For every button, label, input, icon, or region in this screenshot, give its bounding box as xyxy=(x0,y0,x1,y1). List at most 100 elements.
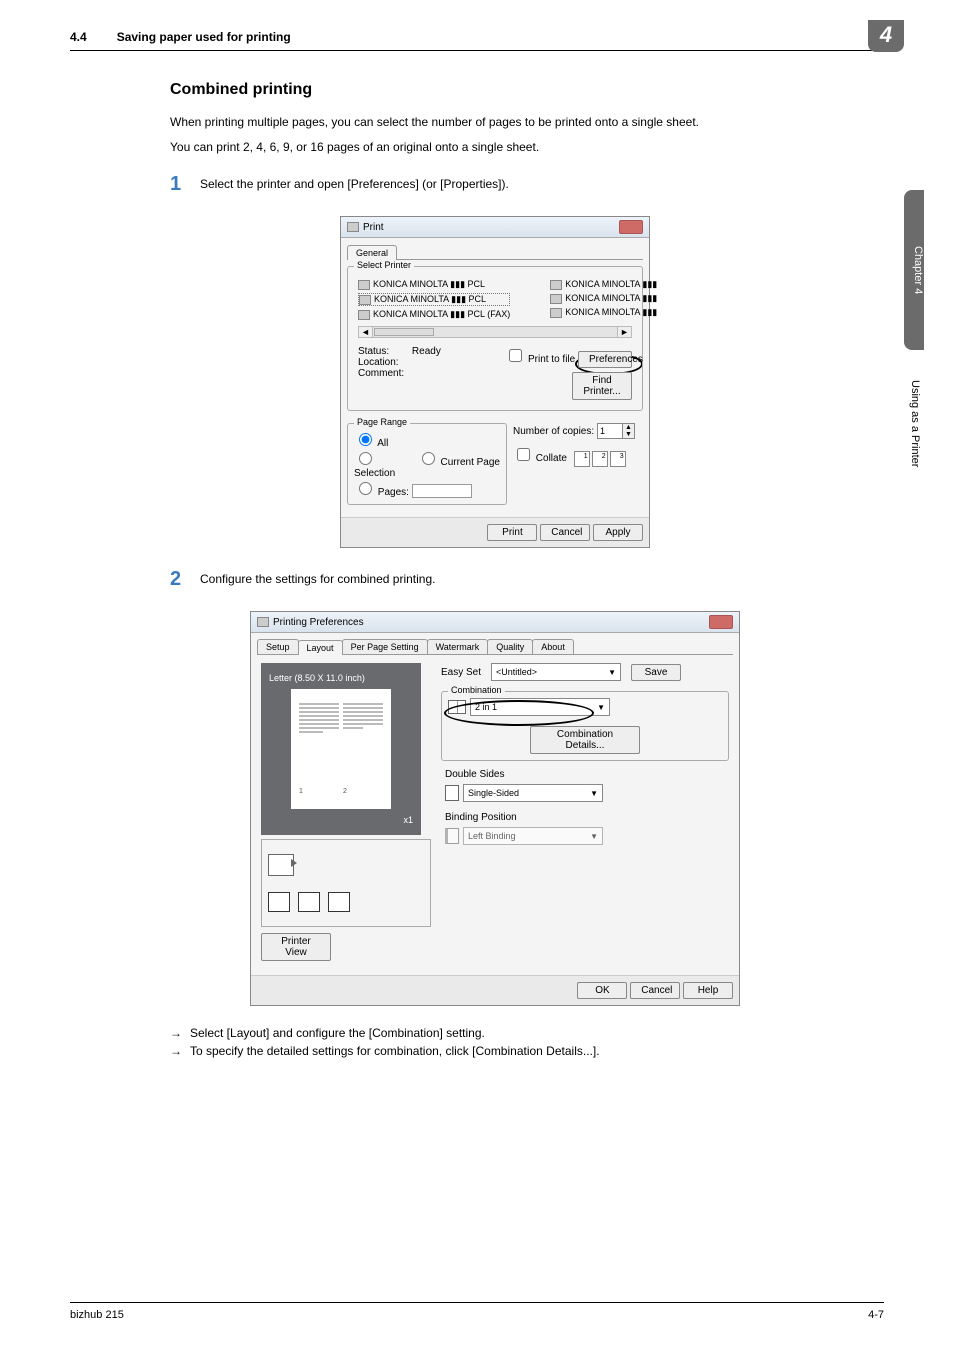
copies-label: Number of copies: xyxy=(513,426,594,437)
scroll-thumb[interactable] xyxy=(374,328,434,336)
preferences-button[interactable]: Preferences xyxy=(578,351,632,368)
close-icon[interactable] xyxy=(709,615,733,629)
collate-icon: 2 xyxy=(592,451,608,467)
cancel-button[interactable]: Cancel xyxy=(540,524,590,541)
layout-icon xyxy=(298,892,320,912)
status-value: Ready xyxy=(412,346,441,357)
combination-legend: Combination xyxy=(448,685,505,695)
printer-item[interactable]: KONICA MINOLTA ▮▮▮ PCL xyxy=(358,279,510,290)
help-button[interactable]: Help xyxy=(683,982,733,999)
printer-icon xyxy=(550,308,562,318)
print-dialog-buttons: Print Cancel Apply xyxy=(341,517,649,547)
printer-list[interactable]: KONICA MINOLTA ▮▮▮ PCL KONICA MINOLTA ▮▮… xyxy=(354,273,636,326)
page-footer: bizhub 215 4-7 xyxy=(70,1302,884,1321)
print-dialog-title: Print xyxy=(363,222,384,233)
printer-icon xyxy=(358,280,370,290)
page-range-selection-radio[interactable] xyxy=(359,452,372,465)
page-range-selection-label: Selection xyxy=(354,468,395,479)
location-label: Location: xyxy=(358,357,505,368)
arrow-icon: → xyxy=(170,1026,190,1040)
printer-icon xyxy=(550,294,562,304)
print-dialog-titlebar: Print xyxy=(341,217,649,238)
preferences-dialog: Printing Preferences Setup Layout Per Pa… xyxy=(250,611,740,1006)
preferences-tabs: Setup Layout Per Page Setting Watermark … xyxy=(257,639,733,655)
printer-view-button[interactable]: Printer View xyxy=(261,933,331,961)
collate-icon: 3 xyxy=(610,451,626,467)
chevron-down-icon: ▼ xyxy=(597,703,605,712)
page-range-legend: Page Range xyxy=(354,417,410,427)
printer-icon xyxy=(359,295,371,305)
easyset-dropdown[interactable]: <Untitled>▼ xyxy=(491,663,621,681)
footer-right: 4-7 xyxy=(868,1309,884,1321)
chevron-down-icon: ▼ xyxy=(608,668,616,677)
preview-panel: Letter (8.50 X 11.0 inch) 1 2 x1 xyxy=(261,663,421,835)
single-sided-icon xyxy=(445,785,459,801)
double-sides-dropdown[interactable]: Single-Sided▼ xyxy=(463,784,603,802)
page-range-all-radio[interactable] xyxy=(359,433,372,446)
page-header: 4.4 Saving paper used for printing xyxy=(70,30,884,51)
tab-setup[interactable]: Setup xyxy=(257,639,299,654)
tab-quality[interactable]: Quality xyxy=(487,639,533,654)
close-icon[interactable] xyxy=(619,220,643,234)
side-text-using: Using as a Printer xyxy=(906,370,924,477)
step-2: 2 Configure the settings for combined pr… xyxy=(170,568,874,591)
print-dialog: Print General Select Printer KONICA MINO… xyxy=(340,216,650,548)
copies-input[interactable] xyxy=(598,424,622,438)
easyset-label: Easy Set xyxy=(441,667,481,678)
binding-position-dropdown: Left Binding▼ xyxy=(463,827,603,845)
binding-icon xyxy=(445,828,459,844)
step-1: 1 Select the printer and open [Preferenc… xyxy=(170,173,874,196)
scroll-right-icon[interactable]: ► xyxy=(617,327,631,337)
tab-general[interactable]: General xyxy=(347,245,397,260)
page-range-current-radio[interactable] xyxy=(422,452,435,465)
combination-details-button[interactable]: Combination Details... xyxy=(530,726,640,754)
copies-stepper[interactable]: ▲▼ xyxy=(597,423,635,439)
ok-button[interactable]: OK xyxy=(577,982,627,999)
printer-icon xyxy=(358,310,370,320)
print-button[interactable]: Print xyxy=(487,524,537,541)
printer-item[interactable]: KONICA MINOLTA ▮▮▮ PCL (FAX) xyxy=(358,309,510,320)
page-range-pages-radio[interactable] xyxy=(359,482,372,495)
subsection-heading: Combined printing xyxy=(170,81,874,99)
apply-button[interactable]: Apply xyxy=(593,524,643,541)
bullet-text: To specify the detailed settings for com… xyxy=(190,1044,600,1058)
side-tab-chapter: Chapter 4 xyxy=(904,190,924,350)
printer-item[interactable]: KONICA MINOLTA ▮▮▮ xyxy=(550,279,657,290)
printer-item[interactable]: KONICA MINOLTA ▮▮▮ xyxy=(550,307,657,318)
double-sides-label: Double Sides xyxy=(445,769,729,780)
collate-checkbox[interactable] xyxy=(517,448,530,461)
chevron-down-icon: ▼ xyxy=(590,832,598,841)
intro-para-2: You can print 2, 4, 6, 9, or 16 pages of… xyxy=(170,138,874,157)
print-to-file-label: Print to file xyxy=(528,354,575,365)
printer-icon xyxy=(347,222,359,232)
combination-dropdown[interactable]: 2 in 1▼ xyxy=(470,698,610,716)
scroll-left-icon[interactable]: ◄ xyxy=(359,327,373,337)
step-number: 2 xyxy=(170,568,200,591)
tab-layout[interactable]: Layout xyxy=(298,640,343,655)
section-title: Saving paper used for printing xyxy=(117,30,884,44)
save-button[interactable]: Save xyxy=(631,664,681,681)
main-content: Combined printing When printing multiple… xyxy=(170,81,874,1058)
page-range-pages-input[interactable] xyxy=(412,484,472,498)
combination-group: Combination 2 in 1▼ Combination Details.… xyxy=(441,691,729,761)
page-range-all-label: All xyxy=(377,438,388,449)
arrow-icon: → xyxy=(170,1044,190,1058)
tab-about[interactable]: About xyxy=(532,639,574,654)
preferences-buttons: OK Cancel Help xyxy=(251,975,739,1005)
footer-left: bizhub 215 xyxy=(70,1309,124,1321)
tab-watermark[interactable]: Watermark xyxy=(427,639,489,654)
cancel-button[interactable]: Cancel xyxy=(630,982,680,999)
print-to-file-checkbox[interactable] xyxy=(509,349,522,362)
printer-item[interactable]: KONICA MINOLTA ▮▮▮ xyxy=(550,293,657,304)
find-printer-button[interactable]: Find Printer... xyxy=(572,372,632,400)
layout-icon xyxy=(268,892,290,912)
section-number: 4.4 xyxy=(70,30,87,44)
tab-per-page[interactable]: Per Page Setting xyxy=(342,639,428,654)
printer-icon xyxy=(550,280,562,290)
paper-size-label: Letter (8.50 X 11.0 inch) xyxy=(269,673,413,683)
select-printer-group: Select Printer KONICA MINOLTA ▮▮▮ PCL KO… xyxy=(347,266,643,411)
printer-item-selected[interactable]: KONICA MINOLTA ▮▮▮ PCL xyxy=(358,293,510,306)
printer-list-scrollbar[interactable]: ◄ ► xyxy=(358,326,632,338)
spin-buttons[interactable]: ▲▼ xyxy=(622,424,634,438)
select-printer-legend: Select Printer xyxy=(354,260,414,270)
